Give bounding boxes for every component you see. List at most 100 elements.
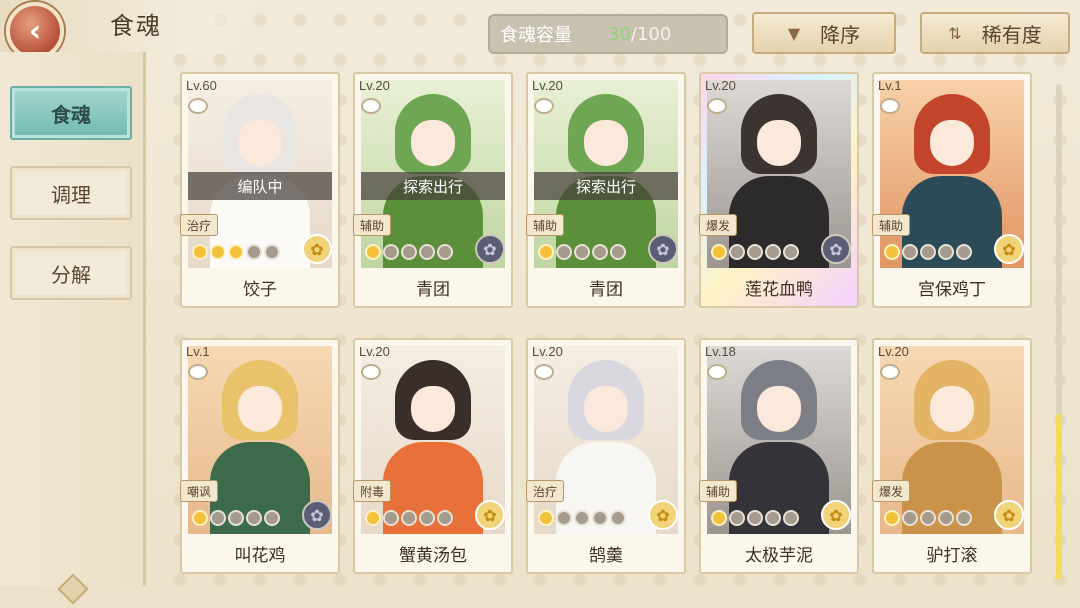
star-rating (538, 510, 626, 526)
star-icon (920, 244, 936, 260)
character-name: 太极芋泥 (745, 546, 813, 566)
star-icon (365, 244, 381, 260)
star-icon (592, 510, 608, 526)
star-icon (574, 510, 590, 526)
star-icon (192, 244, 208, 260)
food-soul-card[interactable]: Lv.20 治疗 ✿ 鹄羹 (526, 338, 686, 574)
level-label: Lv.20 (359, 78, 390, 93)
star-icon (711, 510, 727, 526)
role-tag: 爆发 (872, 480, 910, 502)
sort-rarity-label: 稀有度 (981, 22, 1042, 47)
bowl-icon (188, 98, 208, 114)
status-badge: 探索出行 (534, 172, 678, 200)
back-arrow-icon: ‹ (28, 13, 42, 49)
food-soul-card[interactable]: Lv.20 爆发 ✿ 莲花血鸭 (699, 72, 859, 308)
star-icon (437, 510, 453, 526)
status-badge: 探索出行 (361, 172, 505, 200)
sidebar-item-food-soul[interactable]: 食魂 (10, 86, 132, 140)
role-tag: 辅助 (353, 214, 391, 236)
capacity-label: 食魂容量 (500, 25, 572, 46)
star-icon (556, 510, 572, 526)
star-icon (210, 510, 226, 526)
star-icon (419, 510, 435, 526)
star-icon (902, 244, 918, 260)
bowl-icon (534, 364, 554, 380)
star-rating (365, 510, 453, 526)
star-icon (765, 510, 781, 526)
star-icon (437, 244, 453, 260)
star-rating (192, 244, 280, 260)
bowl-icon (188, 364, 208, 380)
star-icon (246, 510, 262, 526)
star-rating (711, 244, 799, 260)
sidebar-item-conditioning[interactable]: 调理 (10, 166, 132, 220)
flower-emblem-icon: ✿ (648, 500, 678, 530)
star-icon (711, 244, 727, 260)
level-label: Lv.1 (186, 344, 210, 359)
bowl-icon (361, 364, 381, 380)
role-tag: 辅助 (872, 214, 910, 236)
triangle-down-icon: ▼ (787, 23, 801, 43)
character-name: 青团 (589, 280, 623, 300)
portrait-face (930, 120, 974, 166)
character-name: 饺子 (243, 280, 277, 300)
header-bar: ‹ 食魂 (0, 0, 270, 60)
level-label: Lv.20 (359, 344, 390, 359)
food-soul-card[interactable]: Lv.1 辅助 ✿ 宫保鸡丁 (872, 72, 1032, 308)
star-icon (884, 244, 900, 260)
portrait-face (411, 120, 455, 166)
sidebar-item-label: 分解 (51, 262, 91, 287)
page-title: 食魂 (110, 12, 162, 40)
bowl-icon (534, 98, 554, 114)
star-icon (538, 244, 554, 260)
star-icon (228, 244, 244, 260)
flower-emblem-icon: ✿ (994, 500, 1024, 530)
sidebar-item-label: 调理 (51, 182, 91, 207)
character-name: 蟹黄汤包 (399, 546, 467, 566)
star-rating (884, 510, 972, 526)
scrollbar[interactable] (1056, 84, 1062, 580)
star-icon (610, 510, 626, 526)
portrait-face (584, 120, 628, 166)
portrait-face (411, 386, 455, 432)
role-tag: 辅助 (526, 214, 564, 236)
sort-order-button[interactable]: ▼ 降序 (752, 12, 896, 54)
capacity-display: 食魂容量 30 /100 (488, 14, 728, 54)
level-label: Lv.20 (532, 78, 563, 93)
level-label: Lv.20 (532, 344, 563, 359)
food-soul-card[interactable]: Lv.18 辅助 ✿ 太极芋泥 (699, 338, 859, 574)
star-icon (210, 244, 226, 260)
capacity-current: 30 (608, 23, 631, 45)
star-rating (711, 510, 799, 526)
level-label: Lv.1 (878, 78, 902, 93)
scrollbar-thumb[interactable] (1056, 414, 1062, 580)
sidebar: 食魂 调理 分解 (0, 52, 146, 605)
star-icon (783, 510, 799, 526)
food-soul-card[interactable]: Lv.60 编队中 治疗 ✿ 饺子 (180, 72, 340, 308)
flower-emblem-icon: ✿ (302, 234, 332, 264)
flower-emblem-icon: ✿ (994, 234, 1024, 264)
star-icon (783, 244, 799, 260)
food-soul-card[interactable]: Lv.1 嘲讽 ✿ 叫花鸡 (180, 338, 340, 574)
sidebar-item-decompose[interactable]: 分解 (10, 246, 132, 300)
bowl-icon (880, 98, 900, 114)
star-icon (902, 510, 918, 526)
star-icon (246, 244, 262, 260)
level-label: Lv.60 (186, 78, 217, 93)
food-soul-card[interactable]: Lv.20 探索出行 辅助 ✿ 青团 (353, 72, 513, 308)
capacity-max: /100 (630, 23, 672, 45)
food-soul-card[interactable]: Lv.20 附毒 ✿ 蟹黄汤包 (353, 338, 513, 574)
sort-rarity-button[interactable]: ⇅ 稀有度 (920, 12, 1070, 54)
star-rating (538, 244, 626, 260)
sidebar-item-label: 食魂 (51, 102, 91, 127)
food-soul-card[interactable]: Lv.20 爆发 ✿ 驴打滚 (872, 338, 1032, 574)
star-icon (729, 510, 745, 526)
role-tag: 治疗 (180, 214, 218, 236)
level-label: Lv.20 (878, 344, 909, 359)
food-soul-card[interactable]: Lv.20 探索出行 辅助 ✿ 青团 (526, 72, 686, 308)
star-icon (574, 244, 590, 260)
star-icon (938, 244, 954, 260)
portrait-face (930, 386, 974, 432)
character-name: 叫花鸡 (234, 546, 286, 566)
portrait-face (757, 120, 801, 166)
